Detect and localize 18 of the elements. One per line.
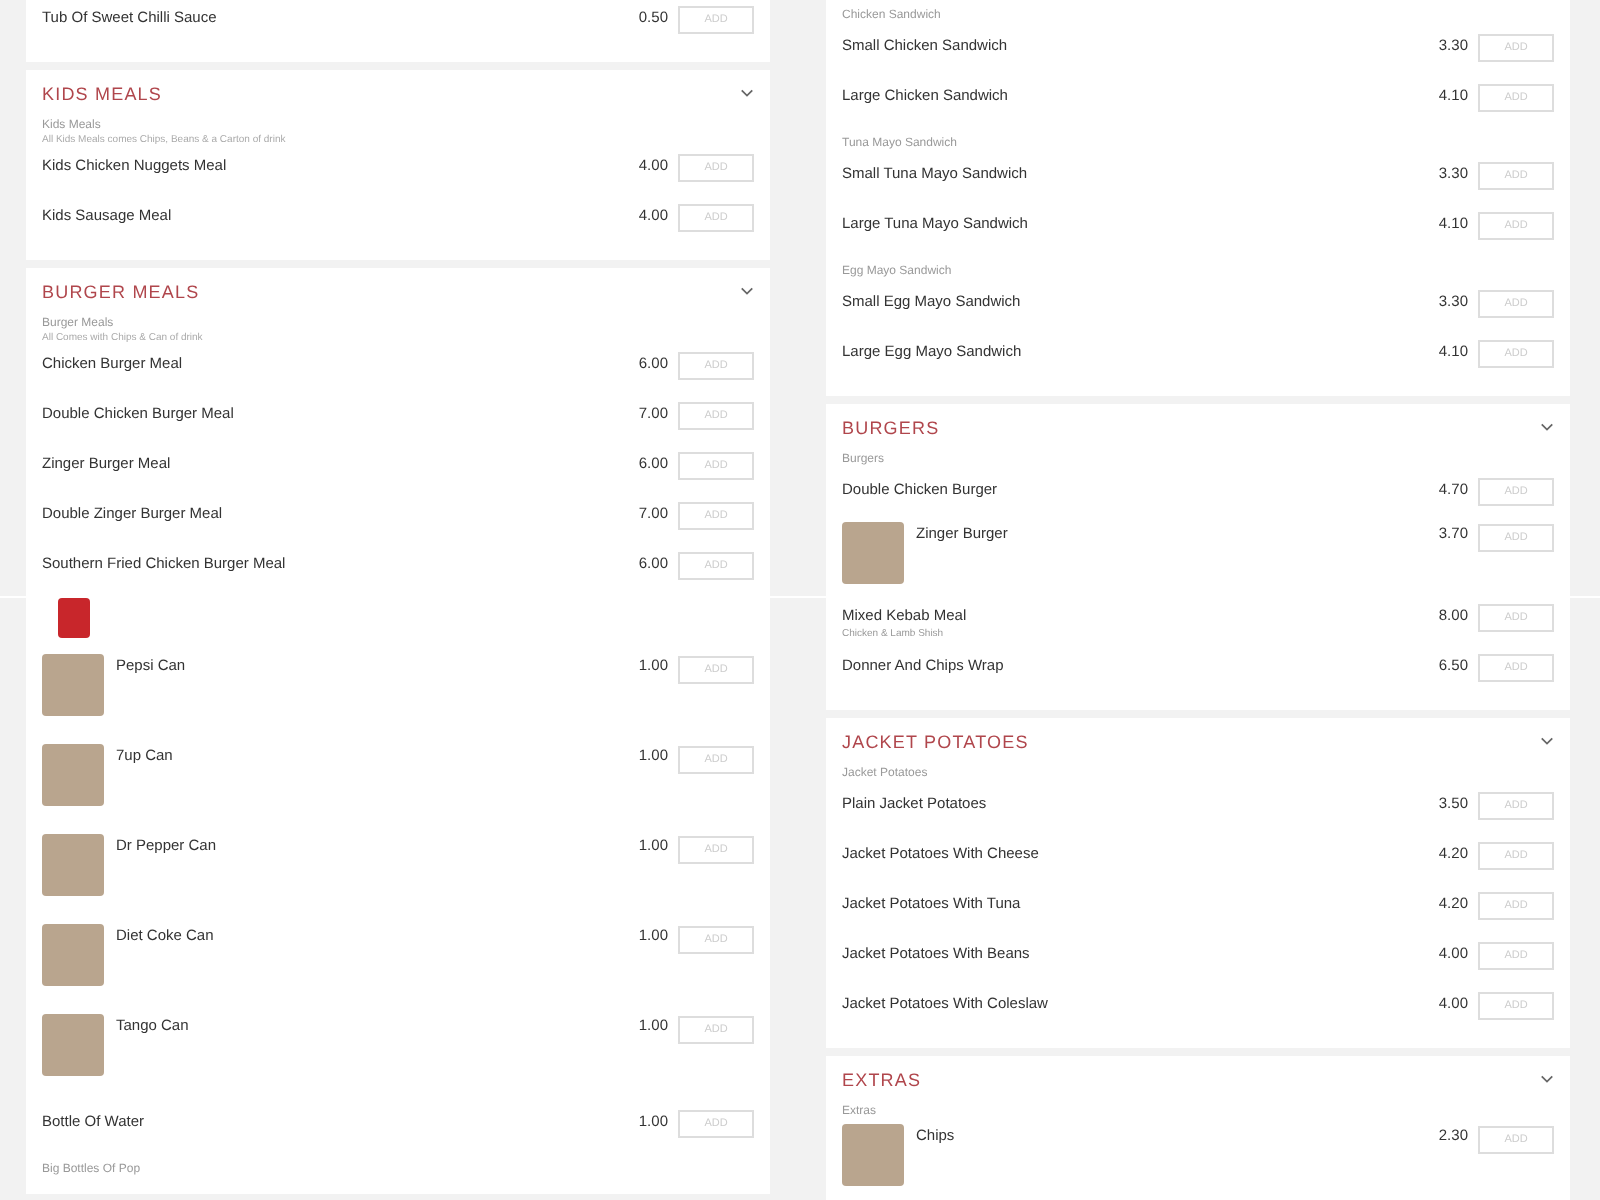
photo-placeholder	[42, 654, 104, 716]
section-title: KIDS MEALS	[42, 83, 163, 103]
photo-placeholder	[58, 598, 90, 638]
chevron-icon[interactable]	[740, 286, 754, 296]
chevron-icon[interactable]	[740, 88, 754, 98]
section-title: EXTRAS	[842, 1069, 922, 1089]
chevron-icon[interactable]	[1540, 422, 1554, 432]
photo-placeholder	[842, 522, 904, 584]
photo-placeholder	[42, 744, 104, 806]
photo-placeholder	[42, 1014, 104, 1076]
section-title: JACKET POTATOES	[842, 731, 1029, 751]
photo-placeholder	[42, 834, 104, 896]
section-title: BURGER MEALS	[42, 281, 200, 301]
photo-placeholder	[842, 1124, 904, 1186]
chevron-icon[interactable]	[1540, 1074, 1554, 1084]
section-title: BURGERS	[842, 417, 940, 437]
photo-placeholder	[42, 924, 104, 986]
chevron-icon[interactable]	[1540, 736, 1554, 746]
